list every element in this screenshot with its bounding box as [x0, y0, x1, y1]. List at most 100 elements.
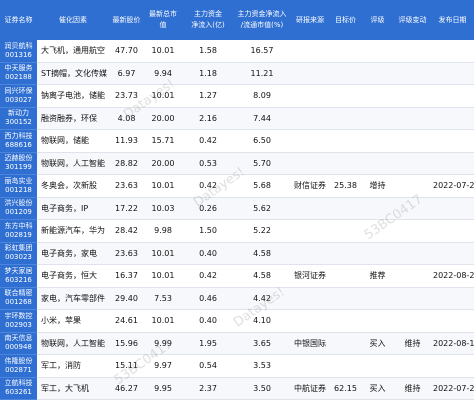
- column-header[interactable]: 证券名称: [0, 0, 37, 40]
- stock-name-cell[interactable]: 彩虹集团 003023: [0, 242, 37, 265]
- market-cap-cell: 10.01: [144, 84, 182, 108]
- report-source-cell: [290, 219, 330, 243]
- publish-date-cell: [431, 287, 474, 310]
- stock-name-cell[interactable]: 中天服务 002188: [0, 62, 37, 85]
- column-header-label: 催化因素: [59, 15, 87, 24]
- stock-code: 002871: [5, 365, 32, 374]
- table-body: 润贝航科 001316 大飞机，通用航空 47.70 10.01 1.58 16.57 中天服…: [0, 40, 474, 400]
- column-header-label: 证券名称: [4, 15, 33, 24]
- publish-date-cell: [431, 152, 474, 175]
- column-header[interactable]: 研报来源: [290, 0, 330, 40]
- table-row[interactable]: 丽岛实业 001218 冬奥会，次新股 23.63 10.01 0.42 5.68 财信证券 2…: [0, 174, 474, 198]
- table-row[interactable]: 新动力 300152 融资融券，环保 4.08 20.00 2.16 7.44: [0, 107, 474, 130]
- market-cap-cell: 9.98: [144, 219, 182, 243]
- stock-code: 603216: [5, 275, 32, 284]
- target-price-cell: [330, 219, 361, 243]
- table-row[interactable]: 立航科技 603261 军工，大飞机 46.27 9.95 2.37 3.50 中航证券 62.…: [0, 377, 474, 400]
- table-row[interactable]: 中天服务 002188 ST摘帽，文化传媒 6.97 9.94 1.18 11.21: [0, 62, 474, 85]
- table-row[interactable]: 伟隆股份 002871 军工，消防 15.11 9.97 0.54 3.53: [0, 354, 474, 378]
- rating-cell: [361, 287, 394, 310]
- target-price-cell: [330, 332, 361, 355]
- table-row[interactable]: 梦天家居 603216 电子商务，恒大 16.37 10.01 0.42 4.58 银河证券推…: [0, 264, 474, 288]
- inflow-cell: 0.26: [182, 197, 234, 220]
- table-row[interactable]: 洪兴股份 001209 电子商务，IP 17.22 10.03 0.26 5.62: [0, 197, 474, 220]
- stock-name-cell[interactable]: 南天信息 000948: [0, 332, 37, 355]
- inflow-cell: 1.27: [182, 84, 234, 108]
- target-price-cell: [330, 264, 361, 288]
- column-header-label: 净流入(亿): [191, 21, 225, 29]
- column-header[interactable]: 最新股价: [109, 0, 144, 40]
- column-header-label: 研报来源: [296, 15, 324, 24]
- stock-code: 001218: [5, 185, 32, 194]
- table-row[interactable]: 西力科技 688616 物联网，储能 11.93 15.71 0.42 6.50: [0, 129, 474, 153]
- column-header[interactable]: 评级变动: [394, 0, 431, 40]
- table-row[interactable]: 南天信息 000948 物联网，人工智能 15.96 9.99 1.95 3.65 中银国际买…: [0, 332, 474, 355]
- inflow-ratio-cell: 4.42: [234, 287, 290, 310]
- column-header[interactable]: 发布日期: [431, 0, 474, 40]
- table-row[interactable]: 宇环数控 002903 小米，苹果 24.61 10.01 0.40 4.10: [0, 309, 474, 333]
- inflow-ratio-cell: 7.44: [234, 107, 290, 130]
- stock-name: 新动力: [8, 109, 29, 118]
- column-header[interactable]: 目标价: [330, 0, 361, 40]
- report-source-cell: [290, 62, 330, 85]
- stock-code: 301199: [5, 163, 32, 172]
- catalyst-cell: 小米，苹果: [37, 309, 109, 333]
- stock-name-cell[interactable]: 同兴环保 003027: [0, 84, 37, 108]
- table-row[interactable]: 彩虹集团 003023 电子商务，家电 23.63 10.01 0.40 4.58: [0, 242, 474, 265]
- publish-date-cell: [431, 129, 474, 153]
- catalyst-cell: 电子商务，家电: [37, 242, 109, 265]
- stock-name-cell[interactable]: 丽岛实业 001218: [0, 174, 37, 198]
- stock-name-cell[interactable]: 润贝航科 001316: [0, 40, 37, 63]
- price-cell: 6.97: [109, 62, 144, 85]
- stock-name-cell[interactable]: 洪兴股份 001209: [0, 197, 37, 220]
- stock-code: 002188: [5, 73, 32, 82]
- stock-name-cell[interactable]: 梦天家居 603216: [0, 264, 37, 288]
- inflow-ratio-cell: 3.53: [234, 354, 290, 378]
- catalyst-cell: 冬奥会，次新股: [37, 174, 109, 198]
- rating-change-cell: [394, 309, 431, 333]
- screenshot: { "headers": ["证券名称","催化因素","最新股价","最新总市…: [0, 0, 474, 411]
- market-cap-cell: 20.00: [144, 152, 182, 175]
- catalyst-cell: 物联网，人工智能: [37, 152, 109, 175]
- stock-name: 东方中科: [4, 221, 33, 230]
- report-source-cell: [290, 197, 330, 220]
- rating-change-cell: [394, 354, 431, 378]
- stock-name-cell[interactable]: 宇环数控 002903: [0, 309, 37, 333]
- table-row[interactable]: 联合精密 001268 家电，汽车零部件 29.40 7.53 0.46 4.42: [0, 287, 474, 310]
- market-cap-cell: 10.01: [144, 174, 182, 198]
- stock-name-cell[interactable]: 西力科技 688616: [0, 129, 37, 153]
- stock-name: 南天信息: [4, 334, 33, 343]
- table-row[interactable]: 东方中科 002819 新能源汽车，华为 28.42 9.98 1.50 5.22: [0, 219, 474, 243]
- publish-date-cell: [431, 62, 474, 85]
- rating-cell: [361, 219, 394, 243]
- rating-change-cell: [394, 62, 431, 85]
- inflow-ratio-cell: 5.68: [234, 174, 290, 198]
- column-header[interactable]: 催化因素: [37, 0, 109, 40]
- column-header[interactable]: 评级: [361, 0, 394, 40]
- rating-cell: [361, 197, 394, 220]
- stock-code: 300152: [5, 118, 32, 127]
- table-row[interactable]: 同兴环保 003027 钠离子电池，储能 23.73 10.01 1.27 8.09: [0, 84, 474, 108]
- stock-name-cell[interactable]: 联合精密 001268: [0, 287, 37, 310]
- stock-code: 603261: [5, 388, 32, 397]
- report-source-cell: [290, 152, 330, 175]
- rating-change-cell: [394, 174, 431, 198]
- column-header[interactable]: 主力资金净流入/流通市值(%): [234, 0, 290, 40]
- stock-name-cell[interactable]: 伟隆股份 002871: [0, 354, 37, 378]
- column-header[interactable]: 最新总市值: [144, 0, 182, 40]
- stock-name-cell[interactable]: 东方中科 002819: [0, 219, 37, 243]
- inflow-ratio-cell: 8.09: [234, 84, 290, 108]
- stock-code: 000948: [5, 343, 32, 352]
- table-row[interactable]: 迈赫股份 301199 物联网，人工智能 28.82 20.00 0.53 5.70: [0, 152, 474, 175]
- stock-name-cell[interactable]: 立航科技 603261: [0, 377, 37, 400]
- stock-name-cell[interactable]: 迈赫股份 301199: [0, 152, 37, 175]
- publish-date-cell: [431, 197, 474, 220]
- stock-name: 润贝航科: [4, 41, 33, 50]
- column-header[interactable]: 主力资金 净流入(亿): [182, 0, 234, 40]
- rating-cell: 推荐: [361, 264, 394, 288]
- stock-name: 洪兴股份: [4, 199, 33, 208]
- stock-name-cell[interactable]: 新动力 300152: [0, 107, 37, 130]
- table-row[interactable]: 润贝航科 001316 大飞机，通用航空 47.70 10.01 1.58 16.57: [0, 40, 474, 63]
- market-cap-cell: 9.94: [144, 62, 182, 85]
- inflow-cell: 0.46: [182, 287, 234, 310]
